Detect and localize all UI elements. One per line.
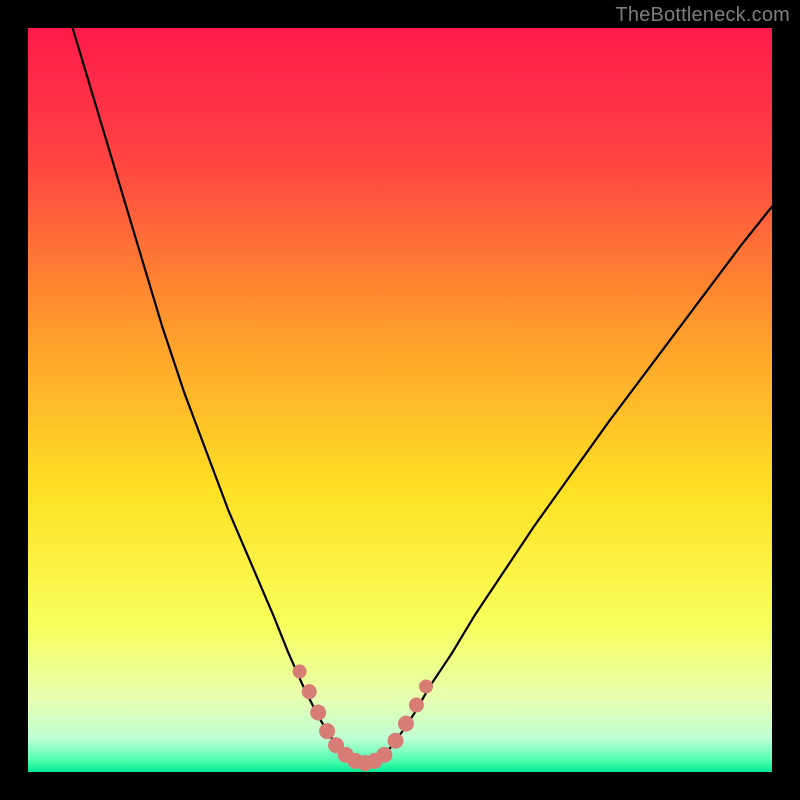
marker-right-1	[388, 733, 404, 749]
marker-bottom-5	[376, 747, 392, 763]
watermark-text: TheBottleneck.com	[615, 4, 790, 27]
marker-right-2	[398, 716, 414, 732]
gradient-background	[28, 28, 772, 772]
plot-area	[28, 28, 772, 772]
marker-left-1	[293, 665, 307, 679]
marker-right-3	[409, 698, 424, 713]
marker-right-4	[419, 679, 433, 693]
marker-left-3	[310, 704, 326, 720]
chart-frame: TheBottleneck.com	[0, 0, 800, 800]
chart-svg	[28, 28, 772, 772]
marker-left-2	[302, 684, 317, 699]
marker-left-4	[319, 723, 335, 739]
